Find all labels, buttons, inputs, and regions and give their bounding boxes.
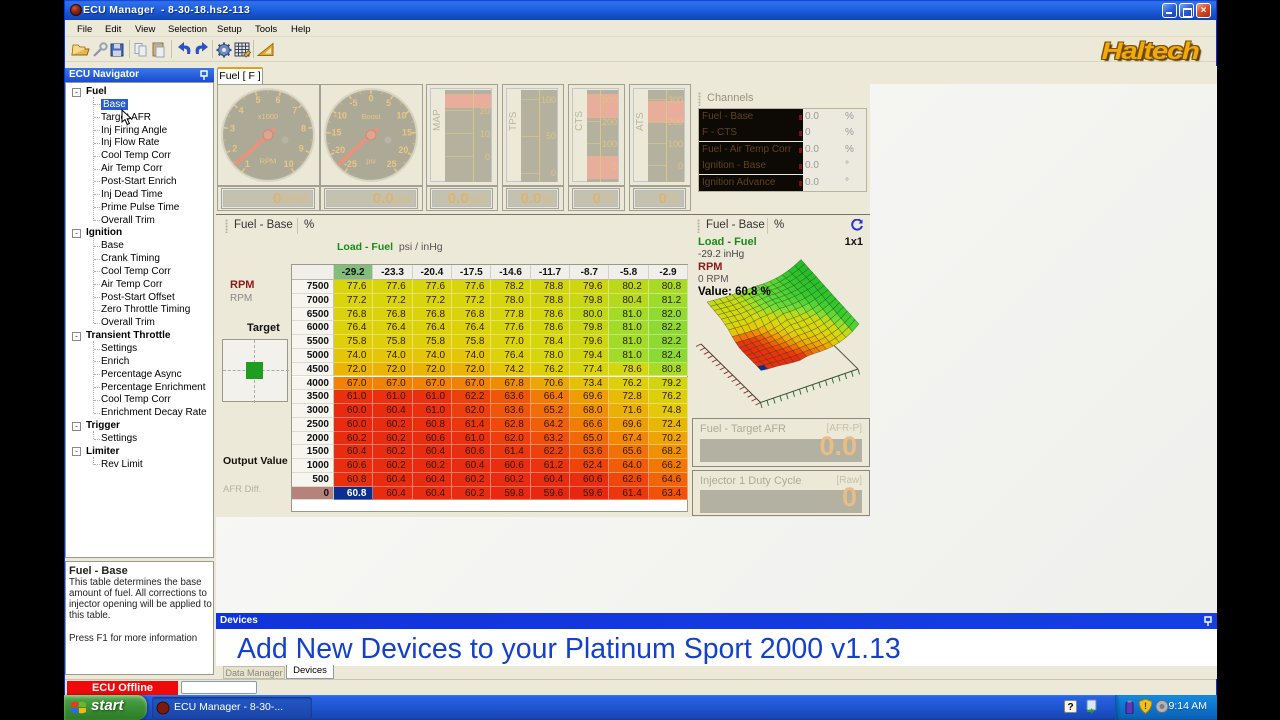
svg-text:!: ! <box>1144 701 1147 711</box>
